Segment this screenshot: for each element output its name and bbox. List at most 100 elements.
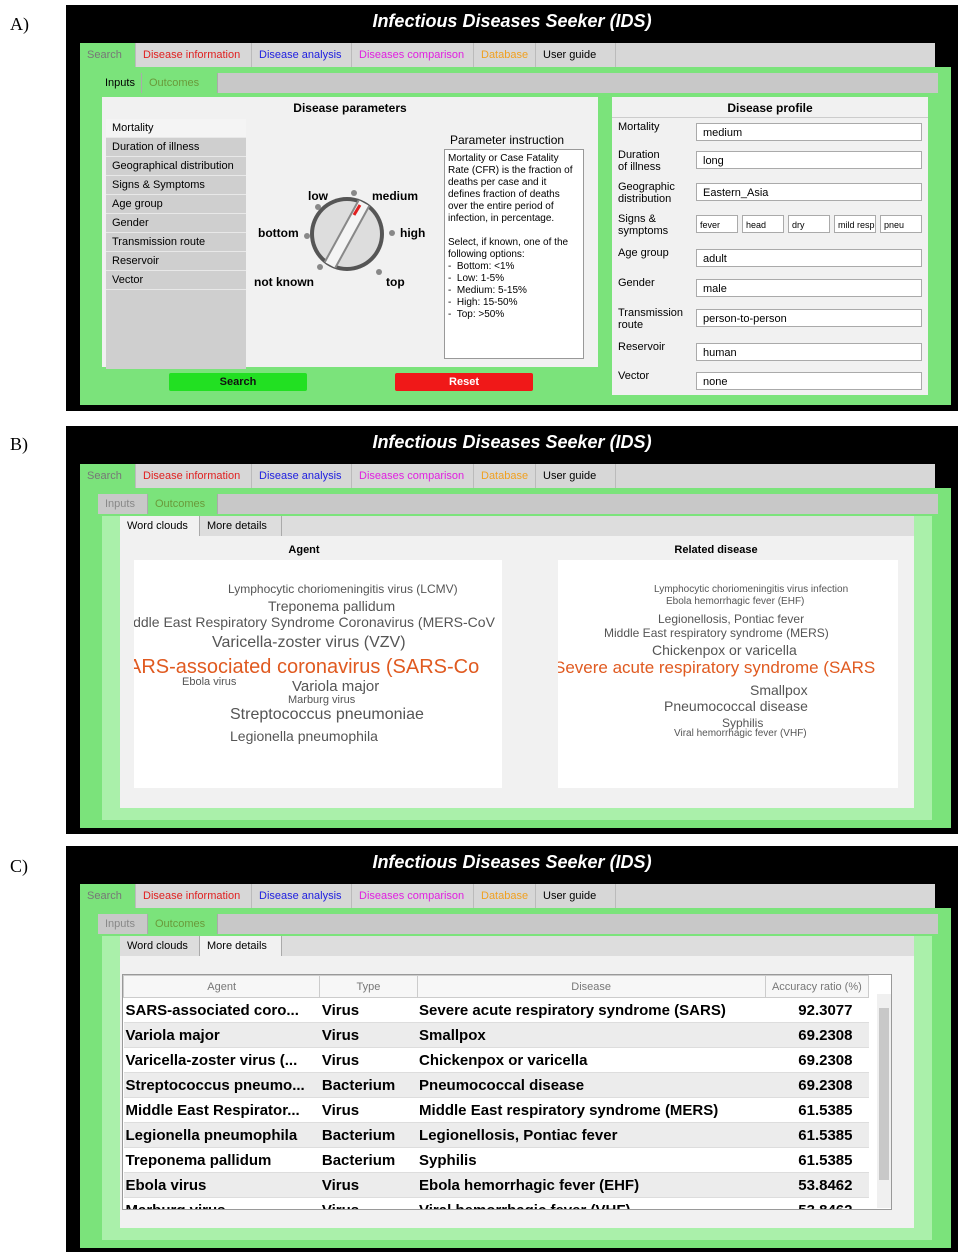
table-row[interactable]: Treponema pallidum Bacterium Syphilis 61.53… — [123, 1147, 869, 1173]
tab-disease-analysis[interactable]: Disease analysis — [252, 43, 352, 67]
table-cell: 53.8462 — [765, 1197, 869, 1209]
table-cell: Treponema pallidum — [123, 1147, 320, 1173]
table-row[interactable]: Middle East Respirator... Virus Middle Eas… — [123, 1097, 869, 1123]
duration-field[interactable]: long — [696, 151, 922, 169]
param-item[interactable]: Transmission route — [106, 233, 246, 252]
reset-button[interactable]: Reset — [395, 373, 533, 391]
tab-outcomes[interactable]: Outcomes — [142, 73, 218, 93]
sign-spinner-5[interactable]: pneu moni — [880, 215, 922, 233]
table-row[interactable]: Variola major Virus Smallpox 69.2308 — [123, 1022, 869, 1048]
tab-database-b[interactable]: Database — [474, 464, 536, 488]
table-cell: Varicella-zoster virus (... — [123, 1047, 320, 1073]
column-header[interactable]: Agent — [123, 975, 321, 998]
tab-database-c[interactable]: Database — [474, 884, 536, 908]
tab-disease-analysis-b[interactable]: Disease analysis — [252, 464, 352, 488]
sign-spinner-2[interactable]: head ache — [742, 215, 784, 233]
tab-disease-information-b[interactable]: Disease information — [136, 464, 252, 488]
duration-label: Duration of illness — [618, 149, 661, 173]
sign-spinner-1[interactable]: fever — [696, 215, 738, 233]
tab-inputs[interactable]: Inputs — [98, 73, 142, 93]
disease-cloud-word: Pneumococcal disease — [664, 698, 808, 714]
tab-inputs-c[interactable]: Inputs — [98, 914, 148, 934]
tab-search-b[interactable]: Search — [80, 464, 136, 488]
table-cell: Chickenpox or varicella — [417, 1047, 766, 1073]
dial-label-bottom: bottom — [258, 226, 299, 240]
param-item[interactable]: Duration of illness — [106, 138, 246, 157]
table-cell: 53.8462 — [765, 1172, 869, 1198]
param-item[interactable]: Geographical distribution — [106, 157, 246, 176]
instruction-line: over the entire period of — [448, 201, 554, 212]
tab-diseases-comparison[interactable]: Diseases comparison — [352, 43, 474, 67]
table-row[interactable]: SARS-associated coro... Virus Severe acute… — [123, 997, 869, 1023]
route-field[interactable]: person-to-person — [696, 309, 922, 327]
tab-database[interactable]: Database — [474, 43, 536, 67]
column-header[interactable]: Accuracy ratio (%) — [764, 975, 870, 998]
vector-field[interactable]: none — [696, 372, 922, 390]
param-item[interactable]: Vector — [106, 271, 246, 290]
search-button[interactable]: Search — [169, 373, 307, 391]
param-item[interactable]: Signs & Symptoms — [106, 176, 246, 195]
disease-cloud-title: Related disease — [674, 544, 758, 556]
column-header[interactable]: Disease — [416, 975, 766, 998]
reservoir-field[interactable]: human — [696, 343, 922, 361]
tab-diseases-comparison-c[interactable]: Diseases comparison — [352, 884, 474, 908]
tab-disease-information[interactable]: Disease information — [136, 43, 252, 67]
table-row[interactable]: Streptococcus pneumo... Bacterium Pneumoco… — [123, 1072, 869, 1098]
tab-more-details[interactable]: More details — [200, 516, 282, 536]
table-row[interactable]: Varicella-zoster virus (... Virus Chickenp… — [123, 1047, 869, 1073]
tab-user-guide-b[interactable]: User guide — [536, 464, 616, 488]
mortality-field[interactable]: medium — [696, 123, 922, 141]
tab-search-c[interactable]: Search — [80, 884, 136, 908]
agent-cloud-word: Legionella pneumophila — [230, 728, 378, 744]
agent-cloud-word: Marburg virus — [288, 694, 356, 706]
table-scrollbar[interactable] — [877, 994, 891, 1208]
tab-diseases-comparison-b[interactable]: Diseases comparison — [352, 464, 474, 488]
param-item[interactable]: Age group — [106, 195, 246, 214]
dial-dot-top[interactable] — [376, 269, 382, 275]
tab-search[interactable]: Search — [80, 43, 136, 67]
dial-dot-bottom[interactable] — [304, 233, 310, 239]
table-row[interactable]: Legionella pneumophila Bacterium Legionell… — [123, 1122, 869, 1148]
param-item[interactable]: Gender — [106, 214, 246, 233]
results-table: Agent Type Disease Accuracy ratio (%) SARS-… — [123, 975, 870, 1209]
table-cell: Middle East respiratory syndrome (MERS) — [417, 1097, 766, 1123]
disease-cloud-word: Lymphocytic choriomeningitis virus infec… — [654, 584, 849, 595]
tab-word-clouds[interactable]: Word clouds — [120, 516, 200, 536]
panel-label-a: A) — [10, 14, 29, 34]
dial-label-low: low — [308, 189, 328, 203]
dial-dot-low[interactable] — [315, 204, 321, 210]
tab-word-clouds-c[interactable]: Word clouds — [120, 936, 200, 956]
tab-disease-analysis-c[interactable]: Disease analysis — [252, 884, 352, 908]
instruction-line: Mortality or Case Fatality — [448, 153, 559, 164]
table-row[interactable]: Ebola virus Virus Ebola hemorrhagic fever … — [123, 1172, 869, 1198]
geo-field[interactable]: Eastern_Asia — [696, 183, 922, 201]
tab-inputs-b[interactable]: Inputs — [98, 494, 148, 514]
gender-field[interactable]: male — [696, 279, 922, 297]
tab-disease-information-c[interactable]: Disease information — [136, 884, 252, 908]
param-item[interactable]: Mortality — [106, 119, 246, 138]
panel-label-b: B) — [10, 434, 28, 454]
dial-dot-high[interactable] — [389, 230, 395, 236]
dial-dot-not-known[interactable] — [317, 264, 323, 270]
instruction-line: - Top: >50% — [448, 309, 505, 320]
disease-profile-box: Disease profile Mortality medium Duratio… — [612, 97, 928, 395]
table-cell: Middle East Respirator... — [123, 1097, 320, 1123]
disease-word-cloud: Lymphocytic choriomeningitis virus infec… — [558, 560, 898, 788]
table-row[interactable]: Marburg virus Virus Viral hemorrhagic feve… — [123, 1197, 869, 1209]
profile-row-route: Transmission route person-to-person — [618, 307, 926, 333]
sign-spinner-4[interactable]: mild resp — [834, 215, 876, 233]
tab-outcomes-c[interactable]: Outcomes — [148, 914, 218, 934]
profile-row-mortality: Mortality medium — [618, 121, 926, 147]
tab-user-guide-c[interactable]: User guide — [536, 884, 616, 908]
age-field[interactable]: adult — [696, 249, 922, 267]
dial-dot-medium[interactable] — [351, 190, 357, 196]
tab-user-guide[interactable]: User guide — [536, 43, 616, 67]
param-item[interactable]: Reservoir — [106, 252, 246, 271]
scrollbar-thumb[interactable] — [879, 1008, 889, 1180]
agent-cloud-word: iddle East Respiratory Syndrome Coronavi… — [134, 614, 495, 630]
tab-more-details-c[interactable]: More details — [200, 936, 282, 956]
table-cell: Syphilis — [417, 1147, 766, 1173]
tab-outcomes-b[interactable]: Outcomes — [148, 494, 218, 514]
column-header[interactable]: Type — [319, 975, 418, 998]
sign-spinner-3[interactable]: dry cough — [788, 215, 830, 233]
